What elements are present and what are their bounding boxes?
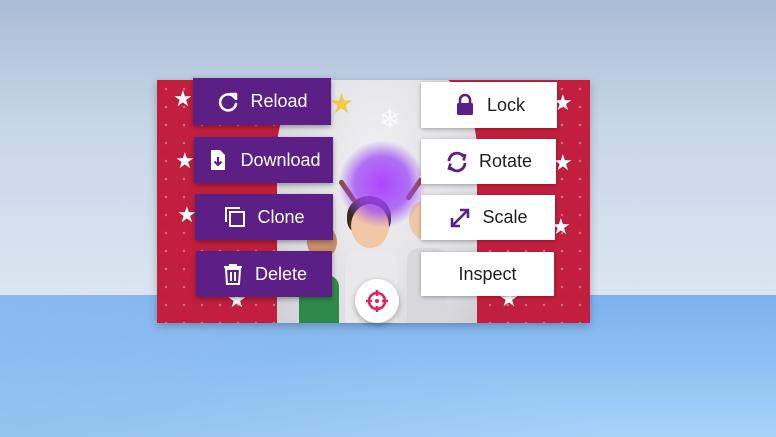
reload-label: Reload <box>250 91 308 111</box>
clone-label: Clone <box>257 206 305 227</box>
scale-label: Scale <box>482 207 528 227</box>
crosshair-icon <box>364 288 390 314</box>
inspect-label: Inspect <box>458 263 517 284</box>
download-icon <box>206 148 230 172</box>
gold-star-icon: ★ <box>329 88 355 119</box>
star-icon: ★ <box>173 86 193 111</box>
lock-button[interactable]: Lock <box>421 82 557 128</box>
reload-button[interactable]: Reload <box>193 78 331 125</box>
delete-label: Delete <box>254 263 308 284</box>
trash-icon <box>221 262 245 286</box>
clone-button[interactable]: Clone <box>195 194 333 240</box>
lock-icon <box>453 93 477 117</box>
delete-button[interactable]: Delete <box>196 251 332 297</box>
scale-button[interactable]: Scale <box>421 195 555 240</box>
rotate-icon <box>445 150 469 174</box>
star-icon: ★ <box>175 148 195 173</box>
download-button[interactable]: Download <box>194 137 333 183</box>
inspect-button[interactable]: Inspect <box>421 252 554 296</box>
lock-label: Lock <box>486 94 526 115</box>
rotate-label: Rotate <box>478 151 533 171</box>
star-icon: ★ <box>177 202 197 227</box>
scale-icon <box>448 206 472 230</box>
clone-icon <box>223 205 247 229</box>
gaze-cursor-glow <box>339 141 425 227</box>
focus-target-button[interactable] <box>355 279 399 323</box>
download-label: Download <box>240 149 321 170</box>
snowflake-icon: ❄ <box>379 104 401 134</box>
rotate-button[interactable]: Rotate <box>421 139 556 184</box>
reload-icon <box>216 90 240 114</box>
